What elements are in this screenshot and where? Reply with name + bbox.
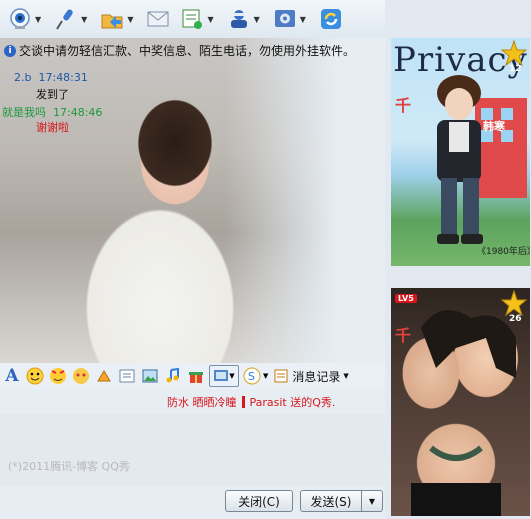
security-notice: i 交谈中请勿轻信汇款、中奖信息、陌生电话，勿使用外挂软件。 xyxy=(4,42,355,59)
app-share-icon xyxy=(178,6,206,32)
close-button[interactable]: 关闭(C) xyxy=(225,490,293,512)
screenshot-icon xyxy=(214,370,229,381)
status-divider xyxy=(241,396,245,408)
card-a-tag: 千 xyxy=(395,96,412,115)
refresh-icon xyxy=(317,6,345,32)
shake-icon[interactable] xyxy=(94,366,114,386)
svg-text:S: S xyxy=(248,370,255,383)
chat-window: ▼ ▼ ▼ ▼ ▼ ▼ i 交谈中请勿轻信汇款、中奖信息、陌生电话，勿使用外挂软… xyxy=(0,0,531,519)
background-watermark: (*)2011腾讯-博客 QQ秀 xyxy=(8,460,130,473)
font-icon[interactable]: A xyxy=(2,366,22,386)
message-text: 发到了 xyxy=(36,88,69,101)
svg-text:韩寒: 韩寒 xyxy=(483,119,506,133)
music-icon[interactable] xyxy=(163,366,183,386)
picture-icon[interactable] xyxy=(140,366,160,386)
refresh-button[interactable] xyxy=(317,4,345,34)
chevron-down-icon[interactable]: ▼ xyxy=(207,15,213,24)
webcam-icon xyxy=(6,6,34,32)
chevron-down-icon[interactable]: ▼ xyxy=(127,15,133,24)
send-button[interactable]: 发送(S) xyxy=(300,490,362,512)
chevron-down-icon[interactable]: ▼ xyxy=(263,372,268,380)
message-history-button[interactable]: 消息记录 ▼ xyxy=(273,368,349,385)
qq-show-status: 防水 晒晒冷瞳 Parasit 送的Q秀. xyxy=(167,394,335,410)
microphone-button[interactable]: ▼ xyxy=(52,4,92,34)
format-toolbar: A ▼ S ▼ 消息记录 ▼ xyxy=(0,363,385,389)
svg-text:《1980年后》: 《1980年后》 xyxy=(477,245,530,257)
settings-icon xyxy=(271,6,299,32)
send-file-icon xyxy=(98,6,126,32)
chevron-down-icon[interactable]: ▼ xyxy=(35,15,41,24)
webcam-button[interactable]: ▼ xyxy=(6,4,46,34)
message-input[interactable]: (*)2011腾讯-博客 QQ秀 xyxy=(0,414,385,486)
send-options-button[interactable]: ▼ xyxy=(361,490,383,512)
level-star-icon xyxy=(501,40,527,66)
send-file-button[interactable]: ▼ xyxy=(98,4,138,34)
message-text: 谢谢啦 xyxy=(36,121,69,134)
soso-icon[interactable]: S xyxy=(242,366,262,386)
message-history-label: 消息记录 xyxy=(292,369,341,384)
gift-icon[interactable] xyxy=(186,366,206,386)
my-qq-show[interactable]: LV5 千 26 xyxy=(391,288,530,516)
info-icon: i xyxy=(4,44,16,57)
message-header: 就是我吗 17:48:46 xyxy=(2,104,102,120)
email-icon xyxy=(144,6,172,32)
group-chat-icon xyxy=(225,6,253,32)
level-star-icon xyxy=(501,290,527,316)
send-image-icon[interactable] xyxy=(117,366,137,386)
microphone-icon xyxy=(52,6,80,32)
button-bar: 关闭(C) 发送(S) ▼ xyxy=(0,486,385,519)
status-right-text[interactable]: Parasit 送的Q秀. xyxy=(250,396,336,409)
group-chat-button[interactable]: ▼ xyxy=(225,4,265,34)
toolbar: ▼ ▼ ▼ ▼ ▼ ▼ xyxy=(0,0,385,38)
message-header: 2.b 17:48:31 xyxy=(14,71,88,84)
magic-face-icon[interactable] xyxy=(48,366,68,386)
status-left-text[interactable]: 防水 晒晒冷瞳 xyxy=(167,396,237,409)
settings-button[interactable]: ▼ xyxy=(271,4,311,34)
screenshot-button[interactable]: ▼ xyxy=(209,365,239,387)
message-time: 17:48:31 xyxy=(38,71,88,84)
emoji-icon[interactable] xyxy=(71,366,91,386)
vip-badge: LV5 xyxy=(395,294,417,303)
card-a-level: 12 xyxy=(509,64,522,74)
message-history[interactable]: i 交谈中请勿轻信汇款、中奖信息、陌生电话，勿使用外挂软件。 2.b 17:48… xyxy=(0,38,385,363)
app-share-button[interactable]: ▼ xyxy=(178,4,218,34)
email-button[interactable] xyxy=(144,4,172,34)
message-sender: 就是我吗 xyxy=(2,106,46,119)
message-time: 17:48:46 xyxy=(53,106,103,119)
chevron-down-icon[interactable]: ▼ xyxy=(81,15,87,24)
chevron-down-icon[interactable]: ▼ xyxy=(343,372,348,380)
smiley-icon[interactable] xyxy=(25,366,45,386)
background-fade xyxy=(225,38,385,363)
card-b-level: 26 xyxy=(509,314,522,324)
card-b-tag: 千 xyxy=(395,326,412,345)
message-sender: 2.b xyxy=(14,71,32,84)
chevron-down-icon[interactable]: ▼ xyxy=(254,15,260,24)
security-notice-text: 交谈中请勿轻信汇款、中奖信息、陌生电话，勿使用外挂软件。 xyxy=(19,44,356,58)
history-icon xyxy=(274,369,288,383)
chevron-down-icon[interactable]: ▼ xyxy=(300,15,306,24)
contact-qq-show[interactable]: Privacy 韩寒 《1980年后》 千 12 xyxy=(391,38,530,266)
